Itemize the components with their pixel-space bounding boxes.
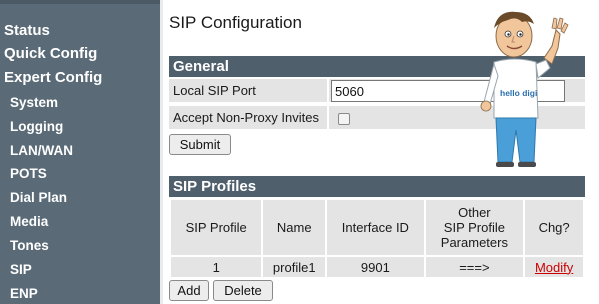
nav-tones[interactable]: Tones	[10, 238, 49, 253]
cell-name: profile1	[261, 255, 328, 279]
nav-enp[interactable]: ENP	[10, 286, 38, 301]
table-header-row: SIP Profile Name Interface ID Other SIP …	[168, 198, 585, 257]
cell-chg: Modify	[523, 255, 585, 279]
nav-status[interactable]: Status	[4, 22, 50, 39]
nav-lan-wan[interactable]: LAN/WAN	[10, 143, 73, 158]
add-button[interactable]: Add	[169, 280, 209, 301]
modify-link[interactable]: Modify	[535, 260, 573, 275]
nav-dial-plan[interactable]: Dial Plan	[10, 190, 67, 205]
col-other-line1: Other	[458, 205, 491, 220]
table-row: 1 profile1 9901 ===> Modify	[168, 255, 585, 279]
non-proxy-invites-checkbox[interactable]	[338, 113, 350, 125]
page-title: SIP Configuration	[169, 13, 302, 32]
nav-pots[interactable]: POTS	[10, 166, 47, 181]
col-name: Name	[261, 198, 328, 257]
mascot-shirt: hello digi	[480, 58, 551, 119]
sip-profiles-section-header: SIP Profiles	[169, 176, 585, 197]
nav-media[interactable]: Media	[10, 214, 48, 229]
col-other-parameters: Other SIP Profile Parameters	[423, 198, 526, 257]
delete-button[interactable]: Delete	[213, 280, 273, 301]
col-other-line2: SIP Profile	[443, 220, 505, 235]
cell-sip-profile: 1	[168, 255, 264, 279]
col-other-line3: Parameters	[440, 235, 508, 250]
sip-profiles-table: SIP Profile Name Interface ID Other SIP …	[168, 198, 585, 279]
mascot-illustration: hello digi	[480, 11, 569, 167]
non-proxy-invites-label: Accept Non-Proxy Invites	[173, 110, 319, 125]
cell-other-parameters-link[interactable]: ===>	[423, 255, 526, 279]
col-chg: Chg?	[523, 198, 585, 257]
mascot-head	[494, 11, 534, 58]
mascot-pants	[495, 117, 537, 167]
cell-interface-id: 9901	[325, 255, 426, 279]
sidebar-top-strip	[0, 0, 160, 4]
col-interface-id: Interface ID	[325, 198, 426, 257]
nav-sip[interactable]: SIP	[10, 262, 32, 277]
submit-button[interactable]: Submit	[169, 134, 231, 155]
nav-logging[interactable]: Logging	[10, 119, 63, 134]
local-sip-port-label: Local SIP Port	[173, 83, 256, 98]
sidebar-nav: Status Quick Config Expert Config System…	[0, 0, 160, 304]
sidebar-divider	[160, 0, 163, 304]
nav-system[interactable]: System	[10, 95, 58, 110]
nav-quick-config[interactable]: Quick Config	[4, 45, 97, 62]
mascot-shirt-text: hello digi	[500, 88, 537, 98]
mascot-raised-hand	[543, 17, 569, 65]
col-sip-profile: SIP Profile	[168, 198, 264, 257]
nav-expert-config[interactable]: Expert Config	[4, 69, 102, 86]
